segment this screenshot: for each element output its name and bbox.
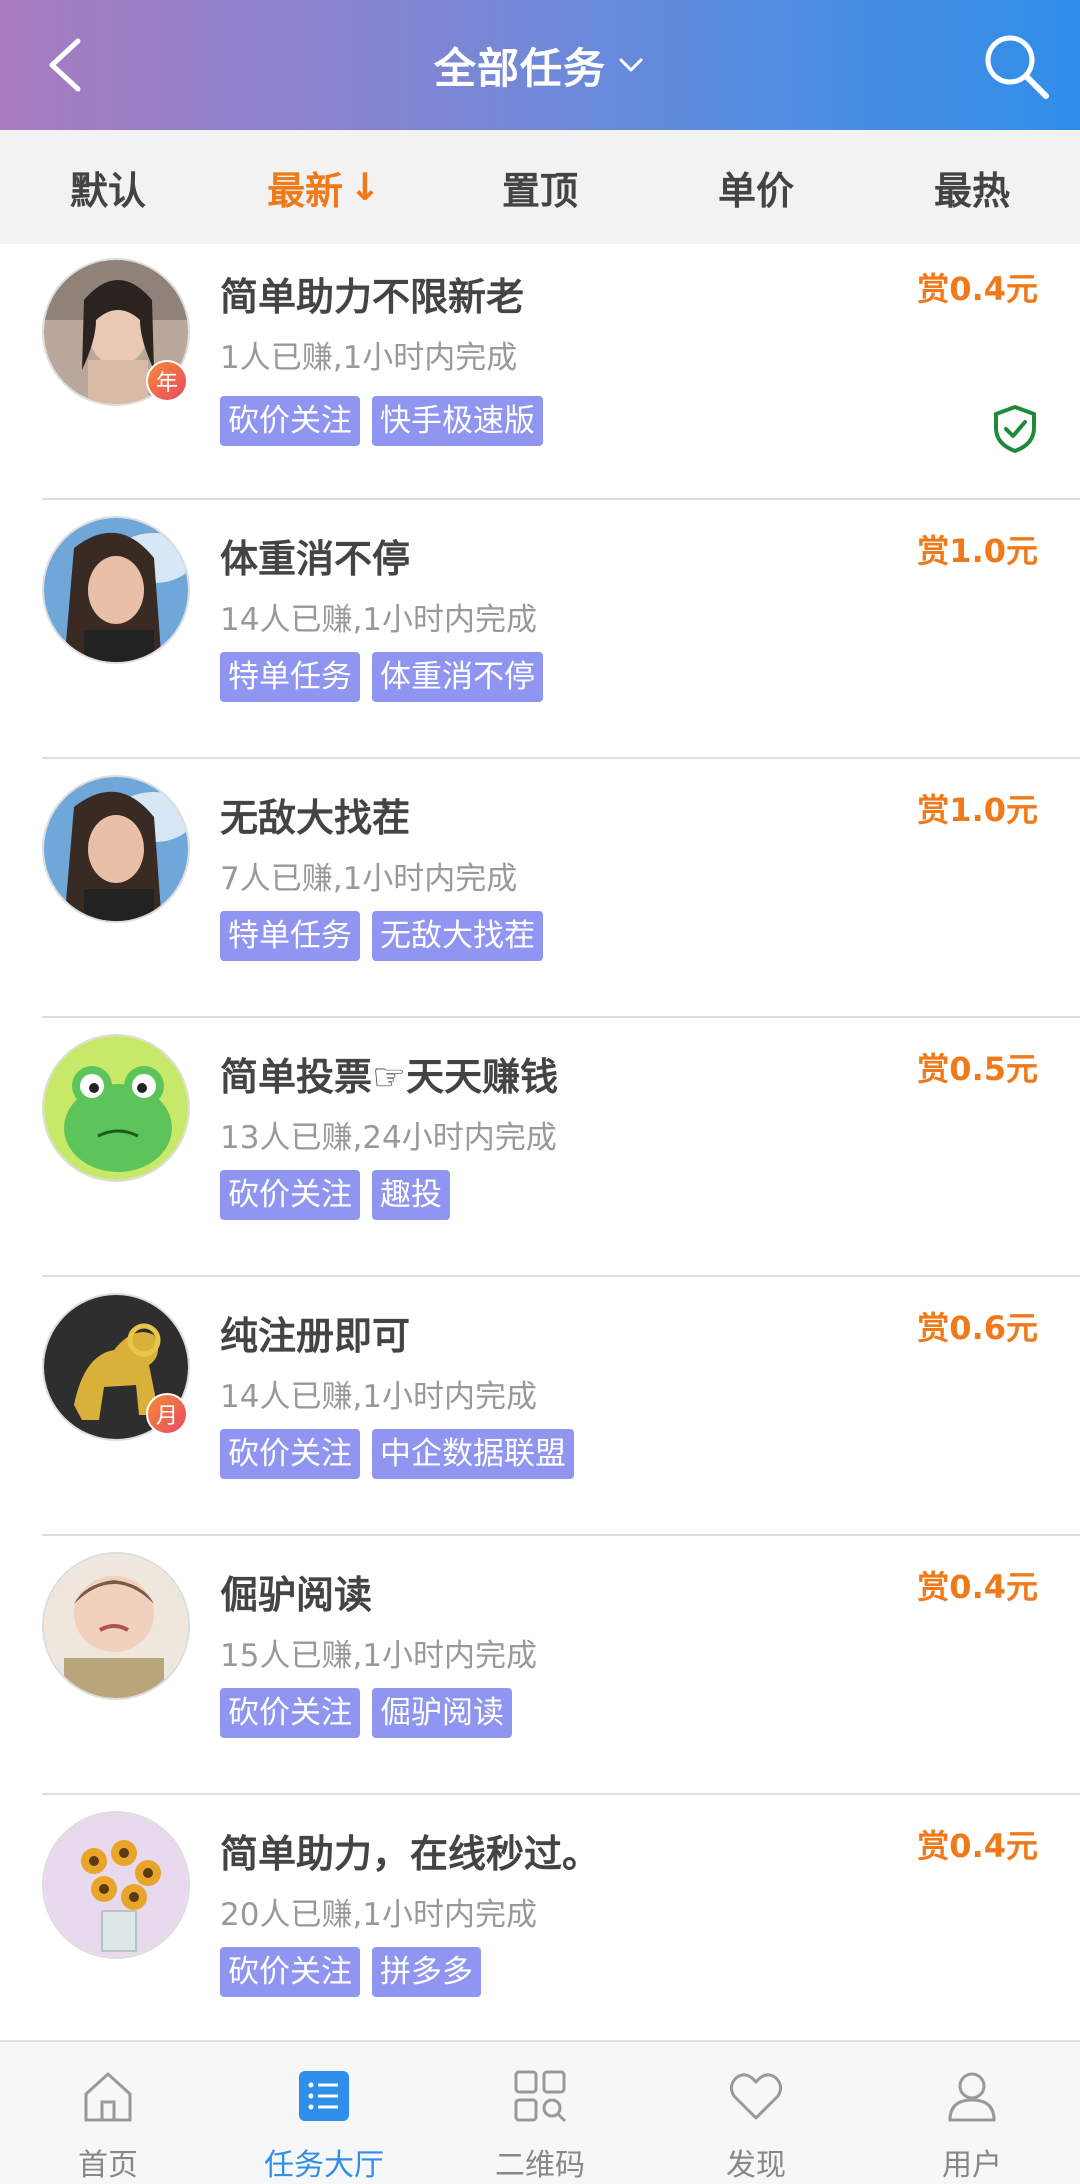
nav-label: 用户 xyxy=(942,2148,1002,2183)
task-meta: 1人已赚,1小时内完成 xyxy=(220,340,518,376)
sort-pinned[interactable]: 置顶 xyxy=(432,160,648,215)
task-tag: 砍价关注 xyxy=(220,1688,360,1738)
nav-label: 发现 xyxy=(726,2148,786,2183)
avatar xyxy=(42,516,190,664)
task-tags: 砍价关注 中企数据联盟 xyxy=(220,1429,574,1479)
task-tags: 特单任务 体重消不停 xyxy=(220,652,543,702)
task-tag: 砍价关注 xyxy=(220,1170,360,1220)
task-tag: 砍价关注 xyxy=(220,396,360,446)
nav-home[interactable]: 首页 xyxy=(0,2042,216,2184)
task-tag: 特单任务 xyxy=(220,652,360,702)
task-tags: 砍价关注 趣投 xyxy=(220,1170,450,1220)
nav-user[interactable]: 用户 xyxy=(864,2042,1080,2184)
chevron-down-icon xyxy=(619,58,643,72)
task-list-icon xyxy=(299,2071,349,2121)
task-reward: 赏0.4元 xyxy=(917,1827,1038,1865)
task-tags: 砍价关注 拼多多 xyxy=(220,1947,481,1997)
nav-task-hall[interactable]: 任务大厅 xyxy=(216,2042,432,2184)
sort-bar: 默认 最新 ↓ 置顶 单价 最热 xyxy=(0,130,1080,244)
task-tag: 中企数据联盟 xyxy=(372,1429,574,1479)
chevron-left-icon[interactable] xyxy=(36,33,100,97)
task-title: 体重消不停 xyxy=(220,537,411,581)
task-tag: 拼多多 xyxy=(372,1947,481,1997)
nav-discover[interactable]: 发现 xyxy=(648,2042,864,2184)
task-list: 年 简单助力不限新老 1人已赚,1小时内完成 砍价关注 快手极速版 赏0.4元 … xyxy=(0,244,1080,2054)
task-reward: 赏0.6元 xyxy=(917,1309,1038,1347)
nav-label: 首页 xyxy=(78,2148,138,2183)
verified-shield-icon xyxy=(994,404,1036,454)
title-dropdown[interactable]: 全部任务 xyxy=(434,35,646,96)
task-meta: 7人已赚,1小时内完成 xyxy=(220,861,518,897)
task-tag: 快手极速版 xyxy=(372,396,543,446)
task-item[interactable]: 简单助力，在线秒过。 20人已赚,1小时内完成 砍价关注 拼多多 赏0.4元 xyxy=(42,1795,1080,2054)
task-item[interactable]: 年 简单助力不限新老 1人已赚,1小时内完成 砍价关注 快手极速版 赏0.4元 xyxy=(42,244,1080,500)
task-title: 简单助力，在线秒过。 xyxy=(220,1832,601,1876)
task-item[interactable]: 无敌大找茬 7人已赚,1小时内完成 特单任务 无敌大找茬 赏1.0元 xyxy=(42,759,1080,1018)
sort-default[interactable]: 默认 xyxy=(0,160,216,215)
task-reward: 赏0.5元 xyxy=(917,1050,1038,1088)
task-title: 简单助力不限新老 xyxy=(220,275,525,319)
avatar xyxy=(42,1552,190,1700)
qrcode-icon xyxy=(514,2070,567,2123)
nav-label: 二维码 xyxy=(495,2148,585,2183)
task-meta: 13人已赚,24小时内完成 xyxy=(220,1120,557,1156)
task-meta: 14人已赚,1小时内完成 xyxy=(220,602,538,638)
sort-unit-price[interactable]: 单价 xyxy=(648,160,864,215)
task-reward: 赏0.4元 xyxy=(917,270,1038,308)
task-tags: 特单任务 无敌大找茬 xyxy=(220,911,543,961)
task-title: 倔驴阅读 xyxy=(220,1573,373,1617)
task-meta: 20人已赚,1小时内完成 xyxy=(220,1897,538,1933)
sort-label: 默认 xyxy=(69,168,146,213)
task-title: 纯注册即可 xyxy=(220,1314,411,1358)
nav-qrcode[interactable]: 二维码 xyxy=(432,2042,648,2184)
search-icon[interactable] xyxy=(980,30,1052,102)
sort-newest[interactable]: 最新 ↓ xyxy=(216,160,432,215)
page-title: 全部任务 xyxy=(433,43,606,93)
task-reward: 赏1.0元 xyxy=(917,532,1038,570)
home-icon xyxy=(84,2072,132,2122)
level-badge: 月 xyxy=(146,1393,188,1435)
task-tag: 特单任务 xyxy=(220,911,360,961)
task-tag: 趣投 xyxy=(372,1170,450,1220)
nav-label: 任务大厅 xyxy=(264,2148,384,2183)
arrow-down-icon: ↓ xyxy=(349,165,381,209)
heart-icon xyxy=(729,2073,783,2120)
task-reward: 赏0.4元 xyxy=(917,1568,1038,1606)
task-tag: 倔驴阅读 xyxy=(372,1688,512,1738)
task-item[interactable]: 倔驴阅读 15人已赚,1小时内完成 砍价关注 倔驴阅读 赏0.4元 xyxy=(42,1536,1080,1795)
task-meta: 14人已赚,1小时内完成 xyxy=(220,1379,538,1415)
sort-hottest[interactable]: 最热 xyxy=(864,160,1080,215)
sort-label: 置顶 xyxy=(501,168,578,213)
avatar xyxy=(42,1811,190,1959)
task-item[interactable]: 体重消不停 14人已赚,1小时内完成 特单任务 体重消不停 赏1.0元 xyxy=(42,500,1080,759)
task-tag: 无敌大找茬 xyxy=(372,911,543,961)
task-tags: 砍价关注 倔驴阅读 xyxy=(220,1688,512,1738)
avatar xyxy=(42,1034,190,1182)
task-tag: 砍价关注 xyxy=(220,1947,360,1997)
task-tags: 砍价关注 快手极速版 xyxy=(220,396,543,446)
top-app-bar: 全部任务 xyxy=(0,0,1080,130)
task-title: 简单投票☞天天赚钱 xyxy=(220,1055,559,1099)
sort-label: 最新 xyxy=(267,168,344,213)
sort-label: 最热 xyxy=(933,168,1010,213)
task-tag: 砍价关注 xyxy=(220,1429,360,1479)
task-item[interactable]: 简单投票☞天天赚钱 13人已赚,24小时内完成 砍价关注 趣投 赏0.5元 xyxy=(42,1018,1080,1277)
bottom-nav: 首页 任务大厅 二维码 发现 用户 xyxy=(0,2040,1080,2184)
task-title: 无敌大找茬 xyxy=(220,796,411,840)
sort-label: 单价 xyxy=(717,168,794,213)
task-reward: 赏1.0元 xyxy=(917,791,1038,829)
task-meta: 15人已赚,1小时内完成 xyxy=(220,1638,538,1674)
task-item[interactable]: 月 纯注册即可 14人已赚,1小时内完成 砍价关注 中企数据联盟 赏0.6元 xyxy=(42,1277,1080,1536)
user-icon xyxy=(948,2072,996,2122)
task-tag: 体重消不停 xyxy=(372,652,543,702)
level-badge: 年 xyxy=(146,360,188,402)
avatar xyxy=(42,775,190,923)
